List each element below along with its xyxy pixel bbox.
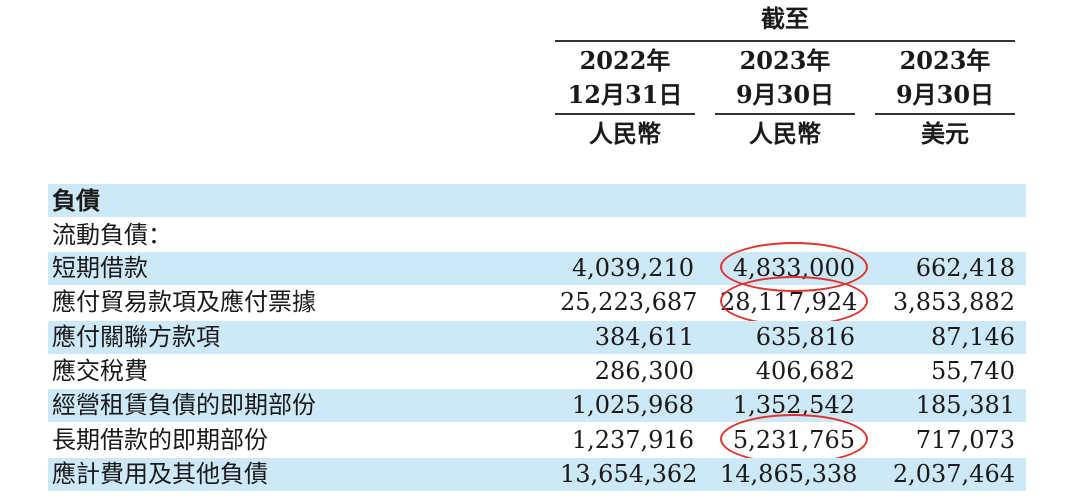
row-label: 長期借款的即期部份 [52, 426, 268, 454]
row-value-col3: 185,381 [915, 391, 1015, 419]
section-band [48, 184, 1026, 217]
row-value-col1: 286,300 [594, 357, 694, 385]
group-header: 截至 [761, 4, 809, 33]
row-value-col2: 1,352,542 [732, 391, 855, 419]
group-header-rule [555, 40, 1015, 42]
row-value-col3: 87,146 [931, 323, 1015, 351]
row-value-col3: 3,853,882 [892, 288, 1015, 316]
row-value-col1: 25,223,687 [560, 288, 698, 316]
section-subtitle: 流動負債： [52, 221, 172, 249]
col2-rule [715, 113, 855, 115]
row-label: 應付關聯方款項 [52, 323, 220, 351]
row-label: 經營租賃負債的即期部份 [52, 391, 316, 419]
row-value-col1: 1,025,968 [571, 391, 694, 419]
row-value-col1: 1,237,916 [571, 426, 694, 454]
row-label: 應交稅費 [52, 357, 148, 385]
row-value-col2: 635,816 [755, 323, 855, 351]
row-value-col2: 5,231,765 [732, 426, 855, 454]
row-value-col3: 2,037,464 [892, 460, 1015, 488]
col2-currency: 人民幣 [749, 119, 821, 148]
col3-currency: 美元 [921, 119, 969, 148]
col3-date: 9月30日 [895, 80, 995, 109]
row-label: 應計費用及其他負債 [52, 460, 268, 488]
col2-year: 2023年 [739, 46, 831, 75]
section-title: 負債 [52, 186, 100, 215]
row-label: 短期借款 [52, 254, 148, 282]
col1-date: 12月31日 [567, 80, 683, 109]
row-value-col3: 55,740 [931, 357, 1015, 385]
col1-rule [555, 113, 695, 115]
row-label: 應付貿易款項及應付票據 [52, 288, 316, 316]
col1-year: 2022年 [579, 46, 671, 75]
col2-date: 9月30日 [735, 80, 835, 109]
row-value-col1: 384,611 [594, 323, 694, 351]
row-value-col2: 406,682 [755, 357, 855, 385]
row-value-col2: 28,117,924 [720, 288, 858, 316]
row-value-col2: 4,833,000 [732, 254, 855, 282]
col3-year: 2023年 [899, 46, 991, 75]
row-value-col2: 14,865,338 [720, 460, 858, 488]
col1-currency: 人民幣 [589, 119, 661, 148]
row-value-col3: 717,073 [915, 426, 1015, 454]
row-value-col1: 4,039,210 [571, 254, 694, 282]
row-value-col3: 662,418 [915, 254, 1015, 282]
col3-rule [875, 113, 1015, 115]
row-value-col1: 13,654,362 [560, 460, 698, 488]
